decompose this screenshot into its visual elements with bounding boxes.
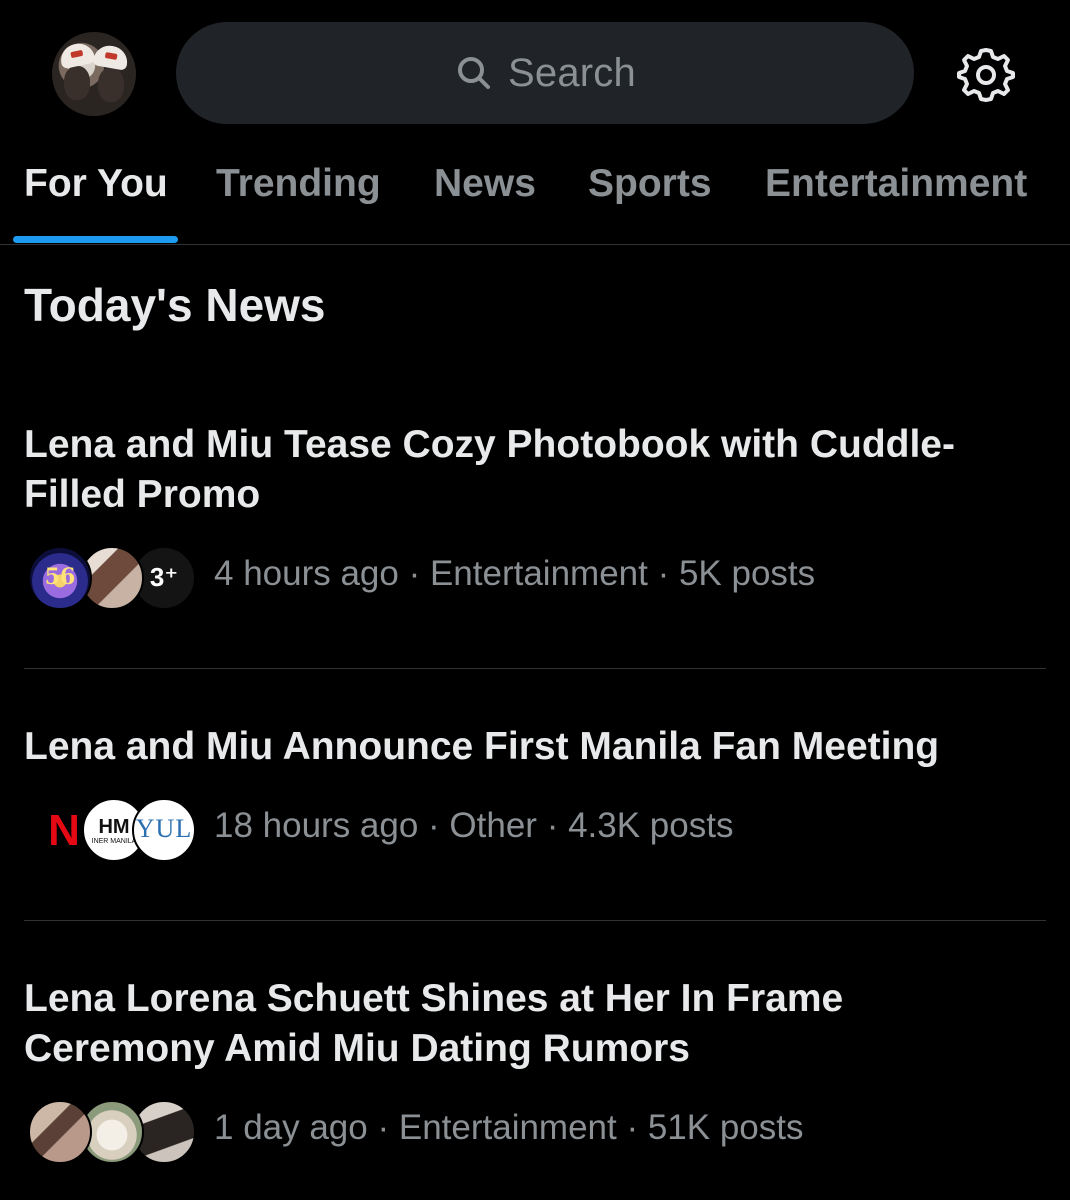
active-tab-indicator [13, 236, 178, 243]
settings-button[interactable] [956, 44, 1016, 104]
avatar-person-right [98, 68, 124, 102]
avatar-person-left [64, 66, 90, 100]
top-bar: Search [0, 0, 1070, 150]
news-item[interactable]: Lena and Miu Tease Cozy Photobook with C… [24, 420, 1046, 610]
tab-for-you[interactable]: For You [24, 162, 168, 206]
source-avatars [28, 1096, 198, 1168]
source-avatars: 56 3⁺ [28, 542, 198, 614]
yul-logo-avatar: YUL [132, 798, 196, 862]
news-meta-text: 18 hours ago · Other · 4.3K posts [214, 806, 734, 845]
search-bar[interactable]: Search [176, 22, 914, 124]
profile-avatar[interactable] [52, 32, 136, 116]
tab-bar: For You Trending News Sports Entertainme… [0, 150, 1070, 245]
yul-logo-label: YUL [135, 814, 193, 843]
news-meta-text: 4 hours ago · Entertainment · 5K posts [214, 554, 816, 593]
avatar-cap-right [92, 43, 130, 71]
news-item[interactable]: Lena Lorena Schuett Shines at Her In Fra… [24, 974, 1046, 1164]
search-placeholder: Search [508, 50, 636, 95]
news-headline[interactable]: Lena and Miu Announce First Manila Fan M… [24, 722, 1014, 772]
news-meta: N HM INER MANILA YUL 18 hours ago · Other… [24, 794, 1046, 866]
divider [24, 920, 1046, 921]
source-avatars: N HM INER MANILA YUL [28, 794, 198, 866]
logo-56-avatar: 56 [28, 546, 92, 610]
news-item[interactable]: Lena and Miu Announce First Manila Fan M… [24, 722, 1046, 862]
divider [24, 668, 1046, 669]
gear-icon [957, 48, 1015, 102]
section-title: Today's News [24, 279, 326, 331]
tab-entertainment[interactable]: Entertainment [765, 162, 1027, 206]
tab-news[interactable]: News [434, 162, 536, 206]
news-meta: 1 day ago · Entertainment · 51K posts [24, 1096, 1046, 1168]
news-meta: 56 3⁺ 4 hours ago · Entertainment · 5K p… [24, 542, 1046, 614]
avatar-cap-left [58, 40, 96, 70]
tab-sports[interactable]: Sports [588, 162, 712, 206]
news-meta-text: 1 day ago · Entertainment · 51K posts [214, 1108, 804, 1147]
duo-photo-avatar [28, 1100, 92, 1164]
logo-56-label: 56 [44, 564, 76, 590]
news-headline[interactable]: Lena and Miu Tease Cozy Photobook with C… [24, 420, 1014, 520]
search-icon [458, 57, 491, 89]
tab-trending[interactable]: Trending [216, 162, 381, 206]
news-headline[interactable]: Lena Lorena Schuett Shines at Her In Fra… [24, 974, 1014, 1074]
